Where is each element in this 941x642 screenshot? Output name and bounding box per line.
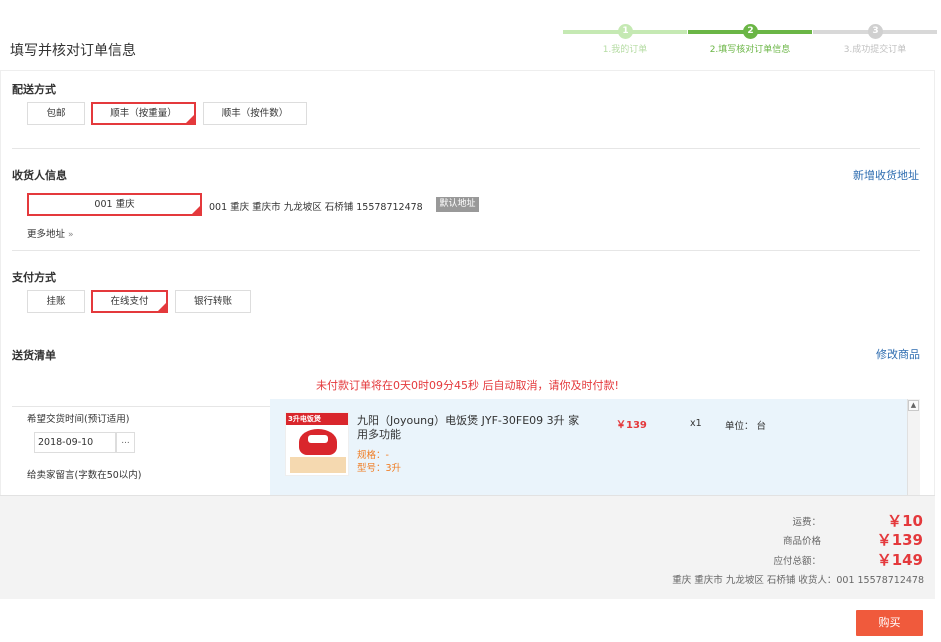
more-addresses-label: 更多地址 — [27, 229, 66, 240]
divider — [12, 148, 920, 149]
payment-countdown: 未付款订单将在0天0时09分45秒 后自动取消，请你及时付款! — [316, 379, 619, 392]
step-2: 2 2.填写核对订单信息 — [688, 22, 812, 62]
scroll-up-icon[interactable]: ▲ — [908, 400, 919, 411]
step-3: 3 3.成功提交订单 — [813, 22, 937, 62]
product-image: 3升电饭煲 — [285, 412, 349, 476]
delivery-title: 配送方式 — [12, 83, 56, 96]
freight-value: ￥10 — [887, 512, 923, 530]
default-address-badge: 默认地址 — [436, 197, 479, 212]
goods-price-value: ￥139 — [876, 531, 923, 549]
product-spec: 规格：- — [357, 450, 389, 461]
product-name[interactable]: 九阳（Joyoung）电饭煲 JYF-30FE09 3升 家用多功能 — [357, 414, 587, 442]
payment-option-bank[interactable]: 银行转账 — [175, 290, 251, 313]
payment-title: 支付方式 — [12, 271, 56, 284]
progress-steps: 1 1.我的订单 2 2.填写核对订单信息 3 3.成功提交订单 — [563, 22, 937, 62]
goods-price-label: 商品价格 — [782, 536, 821, 547]
payment-option-online[interactable]: 在线支付 — [91, 290, 168, 313]
product-scrollbar[interactable] — [907, 399, 920, 495]
chevron-double-down-icon: » — [68, 230, 74, 240]
step-1: 1 1.我的订单 — [563, 22, 687, 62]
edit-items-link[interactable]: 修改商品 — [876, 346, 920, 362]
product-image-caption: 3升电饭煲 — [288, 415, 321, 423]
delivery-date-input[interactable]: 2018-09-10 — [34, 432, 116, 453]
step-1-label: 1.我的订单 — [602, 45, 648, 55]
add-address-link[interactable]: 新增收货地址 — [853, 167, 919, 183]
more-addresses-link[interactable]: 更多地址 » — [27, 226, 74, 240]
summary-address: 重庆 重庆市 九龙坡区 石桥铺 收货人：001 15578712478 — [672, 575, 924, 586]
delivery-time-label: 希望交货时间(预订适用) — [27, 414, 130, 425]
delivery-option-sf-count[interactable]: 顺丰（按件数） — [203, 102, 307, 125]
address-option-selected[interactable]: 001 重庆 — [27, 193, 202, 216]
step-2-number: 2 — [743, 24, 758, 39]
step-2-label: 2.填写核对订单信息 — [709, 45, 791, 55]
total-label: 应付总额： — [773, 556, 821, 567]
date-picker-button[interactable]: ... — [116, 432, 135, 453]
step-3-label: 3.成功提交订单 — [843, 45, 907, 55]
message-label: 给卖家留言(字数在50以内) — [27, 470, 142, 481]
product-quantity: x1 — [690, 418, 702, 429]
total-value: ￥149 — [876, 551, 923, 569]
delivery-option-sf-weight[interactable]: 顺丰（按重量） — [91, 102, 196, 125]
page-title: 填写并核对订单信息 — [10, 43, 136, 59]
step-1-number: 1 — [618, 24, 633, 39]
product-model: 型号：3升 — [357, 463, 402, 474]
payment-option-account[interactable]: 挂账 — [27, 290, 85, 313]
product-unit: 单位： 台 — [725, 421, 767, 432]
receiver-title: 收货人信息 — [12, 169, 67, 182]
step-3-number: 3 — [868, 24, 883, 39]
buy-button[interactable]: 购买 — [856, 610, 923, 636]
address-detail: 001 重庆 重庆市 九龙坡区 石桥铺 15578712478 — [209, 202, 423, 213]
freight-label: 运费： — [792, 517, 821, 528]
divider — [12, 250, 920, 251]
delivery-option-free[interactable]: 包邮 — [27, 102, 85, 125]
items-title: 送货清单 — [12, 349, 56, 362]
product-price: ￥139 — [616, 420, 647, 431]
